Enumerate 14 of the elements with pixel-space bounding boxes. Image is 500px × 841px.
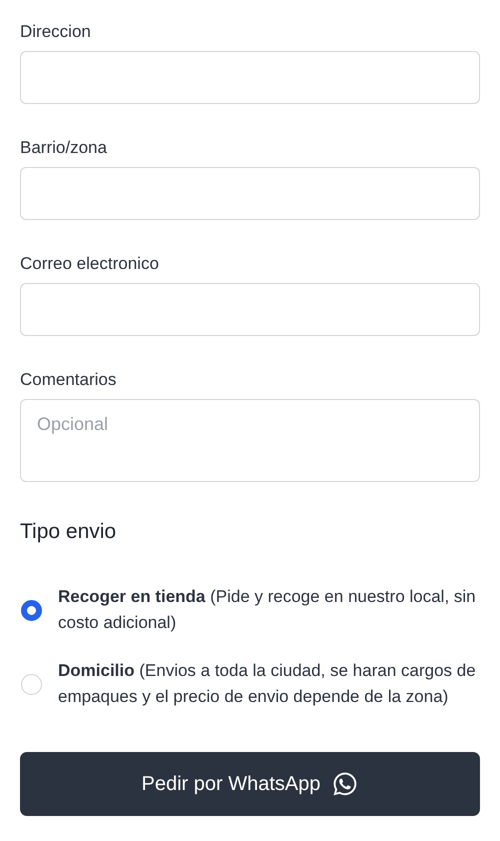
field-label: Comentarios (20, 370, 118, 390)
input-field[interactable] (20, 283, 480, 336)
field-label: Direccion (20, 22, 92, 42)
field-label: Barrio/zona (20, 138, 108, 158)
input-field[interactable] (20, 167, 480, 220)
whatsapp-order-button[interactable]: Pedir por WhatsApp (20, 752, 480, 816)
radio-button[interactable] (21, 600, 42, 620)
comments-field[interactable]: Opcional (20, 399, 480, 482)
input-field[interactable] (20, 51, 480, 104)
option-label: Recoger en tienda (Pide y recoge en nuestro local, sin costo adicional) (58, 586, 477, 634)
section-title: Tipo envio (20, 520, 118, 544)
option-label: Domicilio (Envios a toda la ciudad, se haran cargos de empaques y el precio de envio depende de la zona) (58, 660, 477, 708)
field-label: Correo electronico (20, 254, 160, 274)
whatsapp-icon (332, 771, 358, 797)
